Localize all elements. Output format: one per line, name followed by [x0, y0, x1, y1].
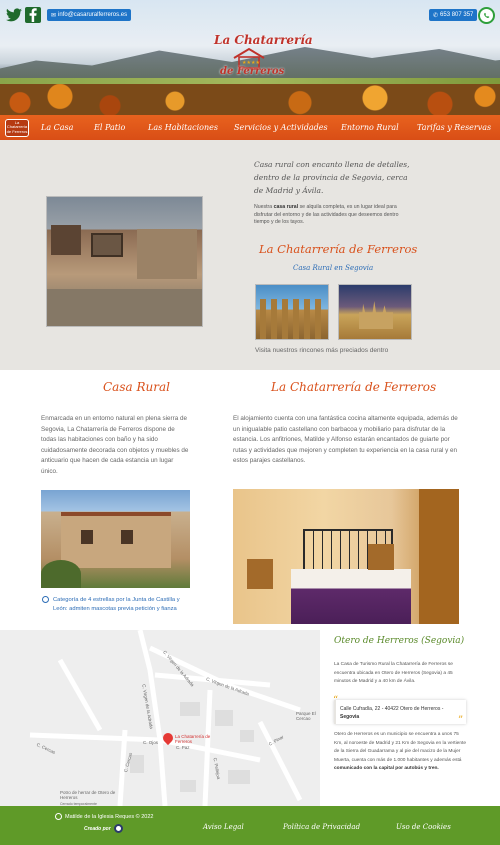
intro-caption: Visita nuestros rincones más preciados d… — [255, 347, 389, 354]
intro-text-block: Casa rural con encanto llena de detalles… — [254, 158, 414, 227]
chatarreria-text: El alojamiento cuenta con una fantástica… — [233, 415, 458, 464]
site-logo[interactable]: La Chatarrería ★★★★ de Ferreros — [214, 30, 313, 86]
nav-item-el-patio[interactable]: El Patio — [94, 123, 125, 132]
alcazar-photo[interactable] — [338, 284, 412, 340]
map-roads — [0, 630, 320, 806]
aqueduct-photo[interactable] — [255, 284, 329, 340]
email-button[interactable]: ✉ info@casaruralferreros.es — [47, 9, 132, 21]
copyright-text: Matilde de la Iglesia Reques © 2022 — [65, 813, 154, 820]
house-photo — [41, 490, 190, 588]
logo-line1: La Chatarrería — [214, 33, 313, 47]
location-description: Otero de Herreros es un municipio se enc… — [334, 732, 466, 771]
map-pin-label: La Chatarrería de Ferreros — [175, 734, 211, 744]
chatarreria-title: La Chatarrería de Ferreros — [271, 380, 437, 394]
category-text: Categoría de 4 estrellas por la Junta de… — [53, 597, 180, 612]
category-note: Categoría de 4 estrellas por la Junta de… — [42, 596, 193, 614]
map-label: C. Paz — [176, 745, 190, 750]
casa-rural-title: Casa Rural — [103, 380, 170, 394]
footer-copyright: Matilde de la Iglesia Reques © 2022 — [55, 813, 153, 820]
user-icon — [55, 813, 62, 820]
location-map[interactable]: C. Virgen de la Adrada C. Virgen de la A… — [0, 630, 320, 806]
main-nav: La Chatarrería de Ferreros La Casa El Pa… — [0, 115, 500, 140]
logo-line2: de Ferreros — [220, 66, 285, 77]
casa-exterior-photo — [46, 196, 203, 327]
created-by-text: Creado por — [84, 825, 111, 832]
map-label: Parque El Cercao — [296, 711, 316, 721]
intro-headline: Casa rural con encanto llena de detalles… — [254, 160, 410, 195]
nav-item-habitaciones[interactable]: Las Habitaciones — [148, 123, 218, 132]
location-title: Otero de Herreros (Segovia) — [334, 636, 465, 646]
intro-title: La Chatarrería de Ferreros — [259, 242, 418, 256]
nav-item-entorno-rural[interactable]: Entorno Rural — [341, 123, 399, 132]
check-circle-icon — [42, 596, 49, 603]
footer-credit[interactable]: Creado por — [84, 824, 123, 833]
phone-button[interactable]: ✆ 653 807 357 — [429, 9, 478, 21]
bedroom-photo — [233, 489, 459, 624]
quote-open-icon: “ — [333, 695, 339, 706]
location-intro: La Casa de Turismo Rural la Chatarrería … — [334, 662, 453, 684]
quote-close-icon: ” — [458, 715, 464, 726]
mail-icon: ✉ — [51, 12, 57, 19]
whatsapp-icon[interactable] — [478, 7, 495, 24]
creator-logo-icon — [113, 824, 123, 833]
casa-rural-text: Enmarcada en un entorno natural en plena… — [41, 415, 189, 475]
twitter-icon[interactable] — [6, 7, 22, 23]
facebook-icon[interactable] — [25, 7, 41, 23]
address-text: Calle Cufradía, 22 - 40422 Otero de Herr… — [340, 706, 444, 720]
intro-subtitle: Casa Rural en Segovia — [293, 264, 374, 272]
footer-link-cookies[interactable]: Uso de Cookies — [396, 823, 451, 831]
phone-icon: ✆ — [433, 12, 439, 19]
footer-link-aviso-legal[interactable]: Aviso Legal — [203, 823, 244, 831]
nav-item-la-casa[interactable]: La Casa — [41, 123, 73, 132]
map-label: Potro de herrar de Otero de Herreros — [60, 790, 116, 800]
nav-item-tarifas[interactable]: Tarifas y Reservas — [417, 123, 491, 132]
email-text: info@casaruralferreros.es — [58, 12, 128, 18]
nav-logo[interactable]: La Chatarrería de Ferreros — [5, 118, 29, 137]
nav-item-servicios[interactable]: Servicios y Actividades — [234, 123, 328, 132]
footer-link-privacidad[interactable]: Política de Privacidad — [283, 823, 360, 831]
intro-description: Nuestra casa rural se alquila completa, … — [254, 204, 399, 225]
map-label: C. Ojos — [143, 740, 159, 745]
autumn-trees — [0, 84, 500, 115]
phone-text: 653 807 357 — [440, 12, 474, 18]
